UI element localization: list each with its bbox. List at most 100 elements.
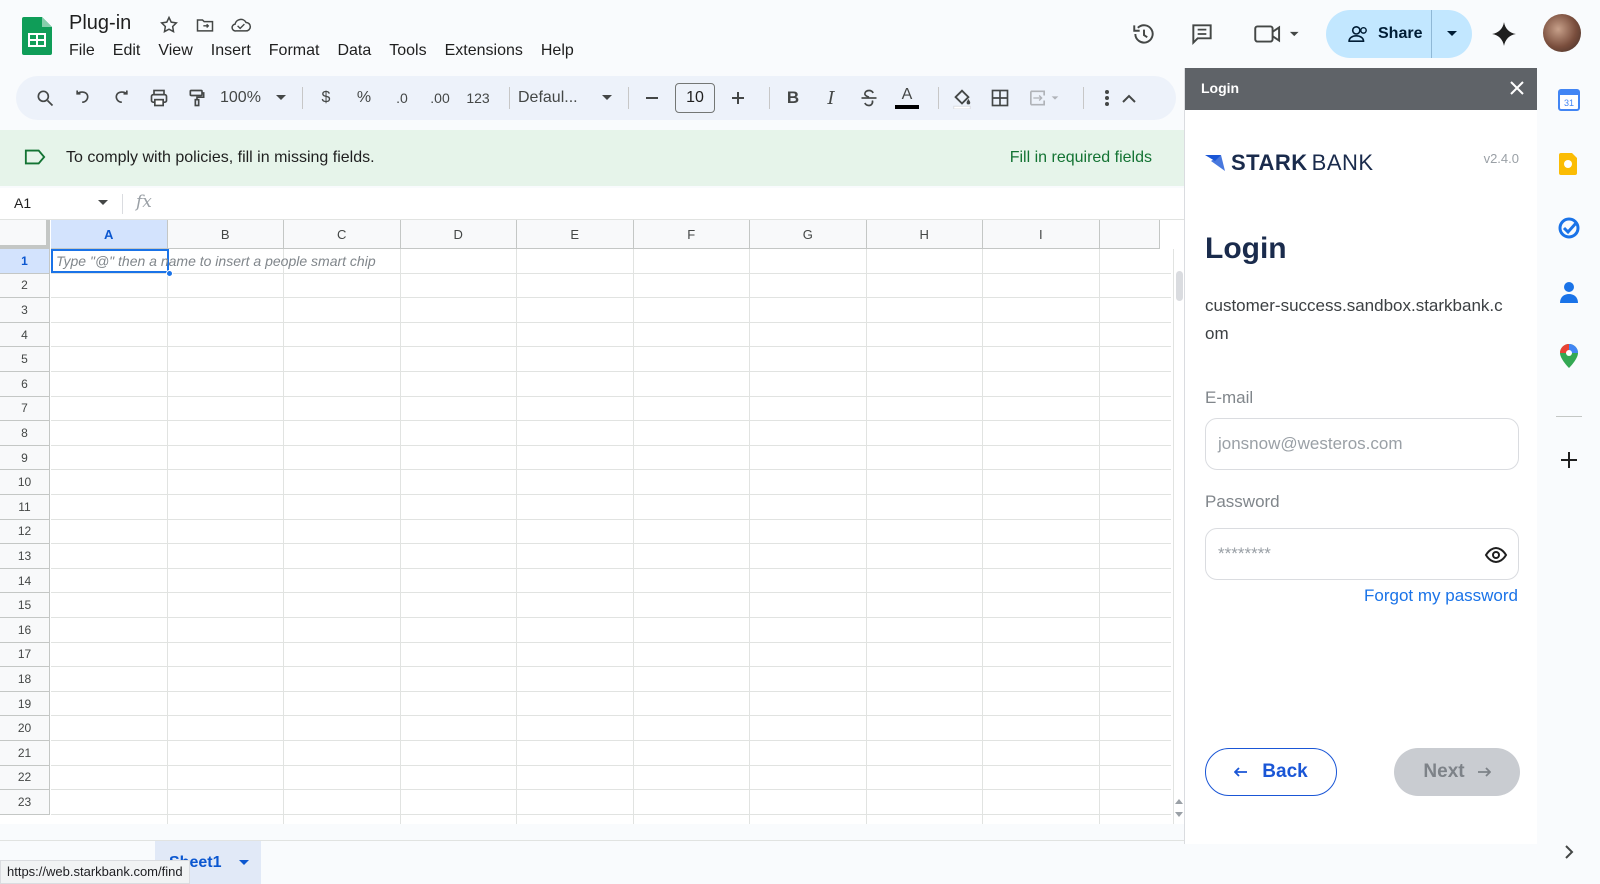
back-button[interactable]: Back (1205, 748, 1337, 796)
row-header-22[interactable]: 22 (0, 765, 50, 791)
cloud-saved-icon[interactable] (230, 14, 252, 36)
star-icon[interactable] (158, 14, 180, 36)
comments-icon[interactable] (1186, 18, 1218, 50)
undo-icon[interactable] (68, 82, 98, 114)
maps-icon[interactable] (1557, 344, 1581, 368)
row-header-9[interactable]: 9 (0, 445, 50, 471)
font-size-input[interactable]: 10 (675, 83, 715, 113)
menu-view[interactable]: View (149, 40, 201, 62)
row-header-23[interactable]: 23 (0, 790, 50, 815)
decrease-decimal-button[interactable]: .0 (387, 82, 417, 114)
vertical-scrollbar[interactable] (1173, 249, 1184, 824)
contacts-icon[interactable] (1557, 280, 1581, 304)
next-button[interactable]: Next (1394, 748, 1520, 796)
select-all-corner[interactable] (0, 220, 50, 249)
column-header-h[interactable]: H (866, 220, 983, 249)
row-header-1[interactable]: 1 (0, 249, 50, 274)
email-field[interactable]: jonsnow@westeros.com (1205, 418, 1519, 470)
increase-font-size-icon[interactable] (723, 82, 753, 114)
row-header-13[interactable]: 13 (0, 544, 50, 569)
forgot-password-link[interactable]: Forgot my password (1364, 586, 1518, 606)
format-percent-button[interactable]: % (349, 82, 379, 114)
column-header-d[interactable]: D (400, 220, 517, 249)
account-avatar[interactable] (1543, 14, 1581, 52)
row-header-19[interactable]: 19 (0, 691, 50, 717)
show-password-icon[interactable] (1484, 543, 1508, 567)
meet-icon[interactable] (1250, 18, 1306, 50)
menu-data[interactable]: Data (328, 40, 380, 62)
name-box[interactable]: A1 (14, 195, 31, 211)
close-icon[interactable] (1508, 79, 1526, 97)
gemini-sparkle-icon[interactable] (1488, 18, 1520, 50)
merge-cells-icon[interactable] (1023, 82, 1067, 114)
row-header-3[interactable]: 3 (0, 298, 50, 323)
italic-button[interactable]: I (816, 82, 846, 114)
row-header-14[interactable]: 14 (0, 568, 50, 594)
menu-help[interactable]: Help (532, 40, 583, 62)
row-header-2[interactable]: 2 (0, 273, 50, 299)
increase-decimal-button[interactable]: .00 (425, 82, 455, 114)
row-header-18[interactable]: 18 (0, 667, 50, 692)
move-folder-icon[interactable] (194, 14, 216, 36)
row-header-10[interactable]: 10 (0, 470, 50, 495)
sheets-logo-icon[interactable] (22, 17, 52, 55)
decrease-font-size-icon[interactable] (637, 82, 667, 114)
fill-handle[interactable] (166, 270, 173, 277)
column-header-g[interactable]: G (750, 220, 867, 249)
strikethrough-icon[interactable] (854, 82, 884, 114)
share-options-icon[interactable] (1432, 10, 1472, 58)
zoom-select[interactable]: 100% (220, 82, 286, 114)
collapse-menus-icon[interactable] (1114, 82, 1144, 114)
menu-edit[interactable]: Edit (104, 40, 150, 62)
menu-extensions[interactable]: Extensions (436, 40, 532, 62)
vertical-scroll-thumb[interactable] (1176, 271, 1183, 301)
row-header-4[interactable]: 4 (0, 322, 50, 348)
chevron-down-icon[interactable] (98, 200, 108, 206)
row-header-6[interactable]: 6 (0, 372, 50, 397)
menu-format[interactable]: Format (260, 40, 329, 62)
bold-button[interactable]: B (778, 82, 808, 114)
format-currency-button[interactable]: $ (311, 82, 341, 114)
keep-icon[interactable] (1557, 152, 1581, 176)
menu-tools[interactable]: Tools (380, 40, 435, 62)
search-menus-icon[interactable] (30, 82, 60, 114)
row-header-21[interactable]: 21 (0, 741, 50, 766)
chevron-right-icon[interactable] (1557, 840, 1581, 864)
column-header-b[interactable]: B (167, 220, 284, 249)
calendar-icon[interactable]: 31 (1557, 88, 1581, 112)
row-header-8[interactable]: 8 (0, 421, 50, 446)
menu-insert[interactable]: Insert (202, 40, 260, 62)
redo-icon[interactable] (106, 82, 136, 114)
scroll-up-icon[interactable] (1175, 798, 1183, 804)
row-header-11[interactable]: 11 (0, 495, 50, 520)
print-icon[interactable] (144, 82, 174, 114)
row-header-12[interactable]: 12 (0, 519, 50, 545)
password-field[interactable]: ******** (1205, 528, 1519, 580)
row-header-15[interactable]: 15 (0, 593, 50, 618)
spreadsheet-grid[interactable]: ABCDEFGHI 1 2 3 4 5 6 7 8 9 10 11 12 13 14 15 16 17 18 19 2… (0, 220, 1184, 824)
add-icon[interactable] (1557, 448, 1581, 472)
document-title[interactable]: Plug-in (69, 12, 131, 35)
scroll-down-icon[interactable] (1175, 812, 1183, 818)
row-header-5[interactable]: 5 (0, 347, 50, 372)
share-button[interactable]: Share (1326, 10, 1472, 58)
fill-color-icon[interactable] (947, 82, 977, 114)
column-header-a[interactable]: A (51, 220, 168, 249)
menu-file[interactable]: File (60, 40, 104, 62)
font-select[interactable]: Defaul... (518, 82, 612, 114)
paint-format-icon[interactable] (182, 82, 212, 114)
version-history-icon[interactable] (1128, 18, 1160, 50)
column-header-f[interactable]: F (633, 220, 750, 249)
column-header-c[interactable]: C (284, 220, 401, 249)
text-color-button[interactable]: A (892, 82, 922, 114)
chevron-down-icon[interactable] (239, 860, 249, 866)
row-header-20[interactable]: 20 (0, 716, 50, 741)
row-header-16[interactable]: 16 (0, 618, 50, 643)
row-header-17[interactable]: 17 (0, 642, 50, 668)
tasks-icon[interactable] (1557, 216, 1581, 240)
column-header-i[interactable]: I (983, 220, 1100, 249)
borders-icon[interactable] (985, 82, 1015, 114)
more-formats-button[interactable]: 123 (463, 82, 493, 114)
column-header-e[interactable]: E (517, 220, 634, 249)
fill-required-fields-link[interactable]: Fill in required fields (1010, 149, 1152, 167)
